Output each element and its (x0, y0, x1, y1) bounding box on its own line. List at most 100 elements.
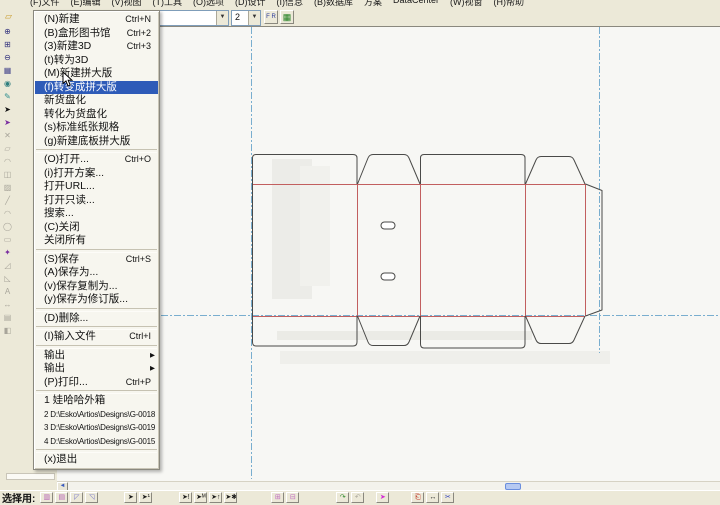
delete-icon[interactable]: ✕ (1, 130, 14, 142)
menu-item[interactable]: 新货盘化 (35, 94, 158, 108)
menubar-item[interactable]: (F)文件 (30, 0, 60, 8)
measure-icon[interactable]: ✦ (1, 247, 14, 259)
select-arrow-one-icon[interactable]: ➤¹ (139, 492, 152, 503)
line-tool-icon[interactable]: ╱ (1, 195, 14, 207)
menu-item[interactable]: (M)新建拼大版 (35, 67, 158, 81)
menu-item[interactable]: (t)转为3D (35, 54, 158, 68)
rotate-icon[interactable]: ◠ (1, 156, 14, 168)
menu-item[interactable]: 输出▶ (35, 349, 158, 363)
menu-item[interactable]: (I)输入文件Ctrl+I (35, 330, 158, 344)
hatch-icon[interactable]: ▤ (1, 312, 14, 324)
eraser-icon[interactable]: ✎ (1, 91, 14, 103)
menu-item[interactable]: (S)保存Ctrl+S (35, 253, 158, 267)
plugin-button[interactable]: ▦ (280, 10, 294, 24)
menu-item[interactable]: (A)保存为... (35, 266, 158, 280)
select-arrow-icon[interactable]: ➤ (1, 104, 14, 116)
select-up-icon[interactable]: ➤↑ (209, 492, 222, 503)
node-select-icon[interactable]: ➤ (1, 117, 14, 129)
menu-item[interactable]: (C)关闭 (35, 221, 158, 235)
rect-tool-icon[interactable]: ▭ (1, 234, 14, 246)
select-warn-icon[interactable]: ➤! (179, 492, 192, 503)
undo-icon[interactable]: ↶ (351, 492, 364, 503)
menu-item-label: (S)保存 (44, 253, 126, 267)
select-hand-icon[interactable]: ➤✱ (224, 492, 237, 503)
add-rect-icon[interactable]: ⊞ (271, 492, 284, 503)
select-arrow-icon[interactable]: ➤ (124, 492, 137, 503)
menu-item[interactable]: 转化为货盘化 (35, 108, 158, 122)
menu-item[interactable]: (v)保存复制为... (35, 280, 158, 294)
mirror-icon[interactable]: ◫ (1, 169, 14, 181)
menu-item[interactable]: (s)标准纸张规格 (35, 121, 158, 135)
menu-item[interactable]: (D)删除... (35, 312, 158, 326)
menu-item[interactable]: 关闭所有 (35, 234, 158, 248)
menu-item[interactable]: (O)打开...Ctrl+O (35, 153, 158, 167)
menu-item[interactable]: (B)盒形图书馆Ctrl+2 (35, 27, 158, 41)
menubar-item[interactable]: (I)信息 (277, 0, 304, 8)
menu-item-shortcut: Ctrl+2 (127, 27, 158, 41)
open-folder-icon[interactable]: ▱ (2, 10, 15, 23)
menu-item-label: (t)转为3D (44, 54, 158, 68)
menu-item[interactable]: (3)新建3DCtrl+3 (35, 40, 158, 54)
menu-item[interactable]: 1 娃哈哈外箱 (35, 394, 158, 408)
arc-tool-icon[interactable]: ◠ (1, 208, 14, 220)
rebuild-layout-icon[interactable]: ▤ (55, 492, 68, 503)
chamfer-icon[interactable]: ◺ (1, 273, 14, 285)
circle-tool-icon[interactable]: ◯ (1, 221, 14, 233)
menu-item-label: 1 娃哈哈外箱 (44, 394, 158, 408)
group-icon[interactable]: ▨ (1, 182, 14, 194)
subtract-rect-icon[interactable]: ⊟ (286, 492, 299, 503)
layers-button[interactable]: F R (264, 10, 278, 24)
chevron-down-icon[interactable]: ▼ (248, 11, 260, 25)
zoom-window-icon[interactable]: ⊞ (1, 39, 14, 51)
menu-item[interactable]: 打开只读... (35, 194, 158, 208)
text-tool-icon[interactable]: A (1, 286, 14, 298)
menu-item[interactable]: (N)新建Ctrl+N (35, 13, 158, 27)
page-combobox[interactable]: 2 ▼ (231, 10, 261, 26)
menu-item[interactable]: 2 D:\Esko\Artios\Designs\G-0018 (35, 408, 158, 422)
redo-icon[interactable]: ↷ (336, 492, 349, 503)
scrollbar-thumb[interactable] (505, 483, 521, 490)
menu-item[interactable]: (P)打印...Ctrl+P (35, 376, 158, 390)
rebuild-design-icon[interactable]: ▥ (40, 492, 53, 503)
menubar-item[interactable]: (H)帮助 (494, 0, 525, 8)
tape-select-icon[interactable]: ◸ (70, 492, 83, 503)
move-icon[interactable]: ▱ (1, 143, 14, 155)
menu-item[interactable]: 4 D:\Esko\Artios\Designs\G-0015 (35, 435, 158, 449)
menu-item[interactable]: (x)退出 (35, 453, 158, 467)
break-icon[interactable]: ✂ (441, 492, 454, 503)
zoom-in-icon[interactable]: ⊕ (1, 26, 14, 38)
menubar-item[interactable]: (E)编辑 (71, 0, 101, 8)
menubar-item[interactable]: 方案 (364, 0, 382, 8)
menubar-item[interactable]: (D)设计 (235, 0, 266, 8)
chevron-down-icon[interactable]: ▼ (216, 11, 228, 25)
menu-item[interactable]: (f)转变成拼大版 (35, 81, 158, 95)
zoom-out-icon[interactable]: ⊖ (1, 52, 14, 64)
door-icon[interactable]: ⎗ (411, 492, 424, 503)
menu-item[interactable]: 3 D:\Esko\Artios\Designs\G-0019 (35, 421, 158, 435)
menubar-item[interactable]: (O)选项 (193, 0, 224, 8)
menubar-item[interactable]: DataCenter (393, 0, 439, 8)
menu-item[interactable]: 输出▶ (35, 362, 158, 376)
menubar-item[interactable]: (W)视窗 (450, 0, 483, 8)
spin-3d-icon[interactable]: ◉ (1, 78, 14, 90)
menubar: (F)文件 (E)编辑 (V)视图 (T)工具 (O)选项 (D)设计 (I)信息 (B)数据… (0, 0, 720, 8)
menu-item[interactable]: (y)保存为修订版... (35, 293, 158, 307)
dimension-icon[interactable]: ↔ (1, 299, 14, 311)
layer-icon[interactable]: ◧ (1, 325, 14, 337)
stretch-icon[interactable]: ↔ (426, 492, 439, 503)
menubar-item[interactable]: (T)工具 (153, 0, 183, 8)
menubar-item[interactable]: (V)视图 (112, 0, 142, 8)
menu-item[interactable]: 打开URL... (35, 180, 158, 194)
menubar-item[interactable]: (B)数据库 (314, 0, 353, 8)
zoom-extents-icon[interactable]: ▦ (1, 65, 14, 77)
menu-item-label: 输出 (44, 349, 158, 363)
tape-select-alt-icon[interactable]: ◹ (85, 492, 98, 503)
menu-item[interactable]: (g)新建底板拼大版 (35, 135, 158, 149)
move-point-icon[interactable]: ➤ (376, 492, 389, 503)
menu-item-label: (i)打开方案... (44, 167, 158, 181)
fillet-icon[interactable]: ◿ (1, 260, 14, 272)
select-m-icon[interactable]: ➤ᴹ (194, 492, 207, 503)
menu-item[interactable]: 搜索... (35, 207, 158, 221)
menu-item[interactable]: (i)打开方案... (35, 167, 158, 181)
scale-combobox[interactable]: ▼ (157, 10, 229, 26)
